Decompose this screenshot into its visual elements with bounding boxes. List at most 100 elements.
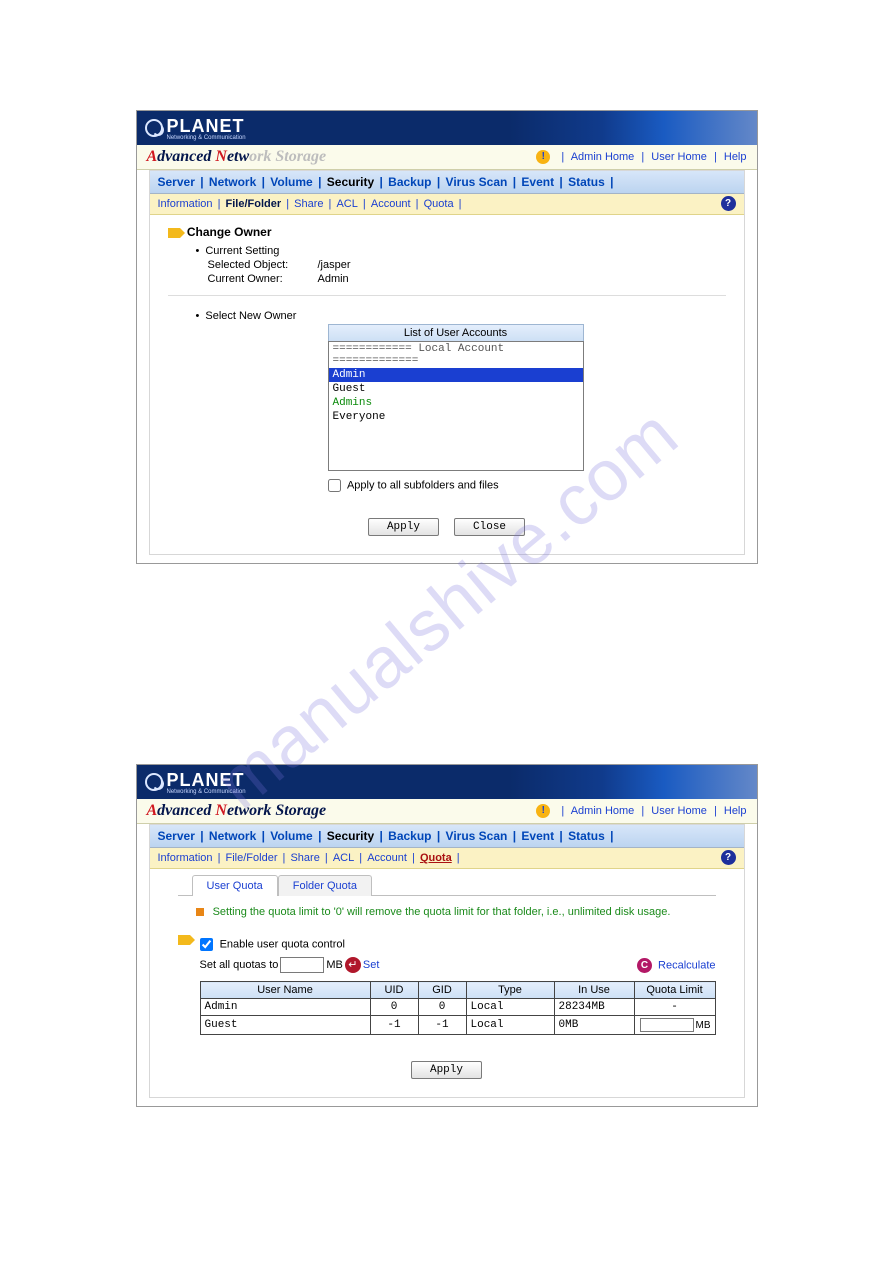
enable-quota-checkbox[interactable] (200, 938, 213, 951)
quota-subtabs: User Quota Folder Quota (192, 875, 726, 896)
link-help[interactable]: Help (724, 151, 747, 163)
brand-logo: PLANET Networking & Communication (145, 116, 246, 141)
brand-header: PLANET Networking & Communication (137, 765, 757, 799)
main-tab-virus-scan[interactable]: Virus Scan (446, 175, 508, 189)
apply-button[interactable]: Apply (368, 518, 439, 536)
main-tab-status[interactable]: Status (568, 829, 605, 843)
current-setting-heading: Current Setting (168, 245, 726, 257)
alert-icon[interactable]: ! (536, 150, 550, 164)
section-change-owner: Change Owner (168, 225, 726, 239)
tab-user-quota[interactable]: User Quota (192, 875, 278, 896)
brand-logo: PLANET Networking & Communication (145, 770, 246, 795)
sub-tab-quota[interactable]: Quota (420, 852, 452, 864)
help-icon[interactable]: ? (721, 850, 736, 865)
selected-object-row: Selected Object:/jasper (168, 259, 726, 271)
sub-header: Advanced Network Storage ! | Admin Home … (137, 145, 757, 170)
user-accounts-listbox[interactable]: ============ Local Account =============… (328, 341, 584, 471)
main-tab-volume[interactable]: Volume (270, 829, 312, 843)
sub-header: Advanced Network Storage ! | Admin Home … (137, 799, 757, 824)
header-links: ! | Admin Home | User Home | Help (536, 804, 746, 818)
divider (168, 295, 726, 296)
main-tab-server[interactable]: Server (158, 829, 195, 843)
sub-tab-share[interactable]: Share (290, 852, 319, 864)
link-admin-home[interactable]: Admin Home (571, 151, 635, 163)
screenshot-quota: PLANET Networking & Communication Advanc… (136, 764, 758, 1107)
main-tab-network[interactable]: Network (209, 175, 256, 189)
main-tab-event[interactable]: Event (521, 175, 554, 189)
close-button[interactable]: Close (454, 518, 525, 536)
col-inuse: In Use (554, 982, 634, 999)
apply-all-label: Apply to all subfolders and files (347, 479, 499, 491)
content-pane: Server | Network | Volume | Security | B… (149, 170, 745, 555)
main-tab-status[interactable]: Status (568, 175, 605, 189)
set-all-unit: MB (326, 959, 343, 971)
set-action-icon[interactable]: ↵ (345, 957, 361, 973)
main-tab-backup[interactable]: Backup (388, 829, 431, 843)
select-new-owner-heading: Select New Owner (168, 310, 726, 322)
main-tab-network[interactable]: Network (209, 829, 256, 843)
help-icon[interactable]: ? (721, 196, 736, 211)
current-owner-row: Current Owner:Admin (168, 273, 726, 285)
sub-tab-row: Information | File/Folder | Share | ACL … (150, 194, 744, 215)
recalculate-link[interactable]: C Recalculate (637, 958, 716, 973)
sub-tab-acl[interactable]: ACL (336, 198, 357, 210)
brand-header: PLANET Networking & Communication (137, 111, 757, 145)
brand-subtitle: Networking & Communication (167, 789, 246, 795)
alert-icon[interactable]: ! (536, 804, 550, 818)
main-tab-volume[interactable]: Volume (270, 175, 312, 189)
planet-logo-icon (145, 119, 163, 137)
table-row: Guest-1-1Local0MBMB (200, 1016, 715, 1035)
col-type: Type (466, 982, 554, 999)
link-admin-home[interactable]: Admin Home (571, 805, 635, 817)
content-pane: Server | Network | Volume | Security | B… (149, 824, 745, 1098)
note-icon (196, 908, 204, 916)
enable-quota-label: Enable user quota control (220, 938, 345, 950)
sub-tab-share[interactable]: Share (294, 198, 323, 210)
brand-subtitle: Networking & Communication (167, 135, 246, 141)
list-item[interactable]: Guest (329, 382, 583, 396)
sub-tab-acl[interactable]: ACL (333, 852, 354, 864)
main-tab-row: Server | Network | Volume | Security | B… (150, 171, 744, 194)
main-tab-backup[interactable]: Backup (388, 175, 431, 189)
col-uid: UID (370, 982, 418, 999)
recalculate-icon: C (637, 958, 652, 973)
set-action-label[interactable]: Set (363, 959, 380, 971)
planet-logo-icon (145, 773, 163, 791)
list-item[interactable]: Admins (329, 396, 583, 410)
col-limit: Quota Limit (634, 982, 715, 999)
page-title: Advanced Network Storage (147, 802, 327, 820)
main-tab-security[interactable]: Security (327, 829, 374, 843)
section-arrow-icon (168, 228, 180, 238)
main-tab-server[interactable]: Server (158, 175, 195, 189)
section-arrow-icon (178, 935, 190, 945)
sub-tab-file-folder[interactable]: File/Folder (226, 198, 282, 210)
main-tab-event[interactable]: Event (521, 829, 554, 843)
tab-folder-quota[interactable]: Folder Quota (278, 875, 372, 896)
set-all-input[interactable] (280, 957, 324, 973)
main-tab-security[interactable]: Security (327, 175, 374, 189)
sub-tab-account[interactable]: Account (367, 852, 407, 864)
main-tab-row: Server | Network | Volume | Security | B… (150, 825, 744, 848)
list-item[interactable]: Admin (329, 368, 583, 382)
apply-button[interactable]: Apply (411, 1061, 482, 1079)
link-user-home[interactable]: User Home (651, 805, 707, 817)
list-item[interactable]: Everyone (329, 410, 583, 424)
sub-tab-quota[interactable]: Quota (424, 198, 454, 210)
col-user: User Name (200, 982, 370, 999)
brand-name: PLANET (167, 770, 245, 790)
sub-tab-information[interactable]: Information (158, 852, 213, 864)
brand-name: PLANET (167, 116, 245, 136)
quota-limit-input[interactable] (640, 1018, 694, 1032)
sub-tab-file-folder[interactable]: File/Folder (226, 852, 278, 864)
sub-tab-information[interactable]: Information (158, 198, 213, 210)
sub-tab-account[interactable]: Account (371, 198, 411, 210)
table-row: Admin00Local28234MB- (200, 999, 715, 1016)
link-user-home[interactable]: User Home (651, 151, 707, 163)
set-all-label: Set all quotas to (200, 959, 279, 971)
quota-note: Setting the quota limit to '0' will remo… (196, 906, 726, 918)
main-tab-virus-scan[interactable]: Virus Scan (446, 829, 508, 843)
link-help[interactable]: Help (724, 805, 747, 817)
page-title: Advanced Network Storage (147, 148, 327, 166)
apply-all-checkbox[interactable] (328, 479, 341, 492)
sub-tab-row: Information | File/Folder | Share | ACL … (150, 848, 744, 869)
